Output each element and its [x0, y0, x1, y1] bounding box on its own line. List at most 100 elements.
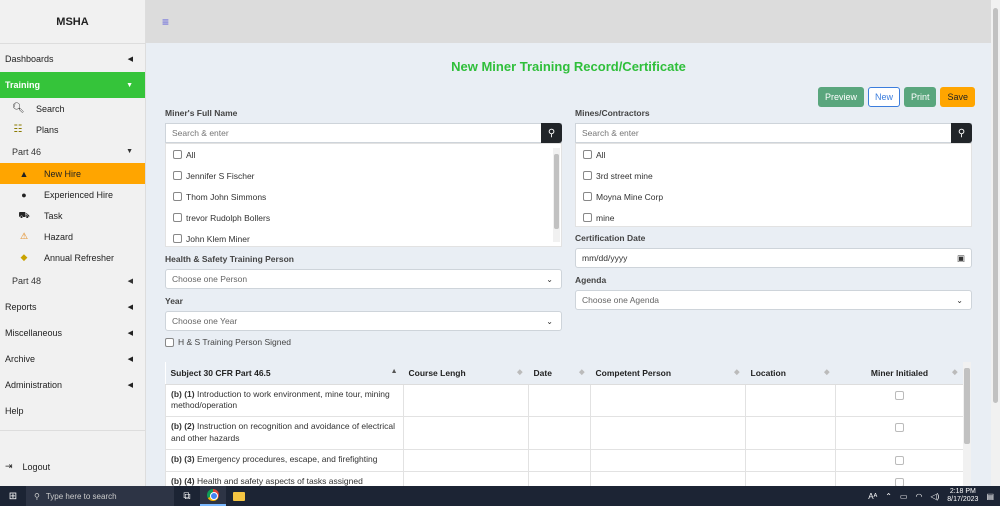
table-row: (b) (4) Health and safety aspects of tas…	[165, 471, 963, 486]
hs-label: Health & Safety Training Person	[165, 254, 294, 264]
column-header-location[interactable]: Location ◆	[745, 362, 836, 385]
miners-scrollbar[interactable]	[553, 148, 560, 242]
checkbox[interactable]	[583, 213, 592, 222]
checkbox[interactable]	[583, 192, 592, 201]
miners-search-input[interactable]	[166, 124, 541, 142]
column-header-miner-initialed[interactable]: Miner Initialed ◆	[835, 362, 963, 385]
sidebar-item-administration[interactable]: Administration ◀	[0, 372, 145, 398]
sidebar-item-annual-refresher[interactable]: ◆ Annual Refresher	[0, 247, 145, 268]
sidebar-item-plans[interactable]: ☷ Plans	[0, 119, 145, 140]
system-tray: Aᴬ ⌃ ▭ ◠ ◁) 2:18 PM 8/17/2023 ▤	[868, 488, 1000, 505]
clock[interactable]: 2:18 PM 8/17/2023	[947, 488, 978, 505]
miner-option[interactable]: All	[166, 144, 561, 165]
sidebar-item-task[interactable]: ⛟ Task	[0, 205, 145, 226]
mine-option[interactable]: Moyna Mine Corp	[576, 186, 971, 207]
table-scrollbar[interactable]	[963, 362, 971, 486]
checkbox[interactable]	[173, 234, 182, 243]
sidebar-item-hazard[interactable]: ⚠ Hazard	[0, 226, 145, 247]
year-select[interactable]: Choose one Year ⌄	[165, 311, 562, 331]
mines-search: ⚲	[575, 123, 972, 143]
column-header-date[interactable]: Date ◆	[528, 362, 591, 385]
miner-option[interactable]: Jennifer S Fischer	[166, 165, 561, 186]
subject-cell: (b) (4) Health and safety aspects of tas…	[165, 471, 404, 486]
mines-search-button[interactable]: ⚲	[951, 123, 972, 143]
sidebar-item-archive[interactable]: Archive ◀	[0, 346, 145, 372]
miner-option[interactable]: John Klem Miner	[166, 228, 561, 249]
mine-option[interactable]: 3rd street mine	[576, 165, 971, 186]
print-button[interactable]: Print	[903, 87, 937, 107]
notification-icon[interactable]: ▤	[986, 492, 994, 501]
checkbox[interactable]	[173, 171, 182, 180]
miner-initialed-checkbox[interactable]	[895, 456, 904, 466]
chevron-down-icon: ⌄	[546, 316, 553, 326]
mine-option[interactable]: All	[576, 144, 971, 165]
sort-icon: ◆	[517, 369, 523, 376]
user-icon: ●	[21, 189, 27, 200]
cert-date-input[interactable]: mm/dd/yyyy ▣	[575, 248, 972, 268]
sort-icon: ◆	[952, 369, 958, 376]
checkbox[interactable]	[583, 171, 592, 180]
calendar-icon[interactable]: ▣	[957, 253, 965, 264]
logout-button[interactable]: ⇥ Logout	[5, 461, 50, 472]
sidebar-item-new-hire[interactable]: ▲ New Hire	[0, 163, 145, 184]
mines-checklist: All 3rd street mine Moyna Mine Corp mine	[575, 143, 972, 227]
page-scrollbar[interactable]	[991, 0, 1000, 486]
miner-initialed-checkbox[interactable]	[895, 478, 904, 486]
battery-icon[interactable]: ▭	[900, 492, 908, 501]
mine-option[interactable]: mine	[576, 207, 971, 228]
table-row: (b) (2) Instruction on recognition and a…	[165, 416, 963, 451]
caret-left-icon: ◀	[127, 382, 133, 389]
windows-start-icon[interactable]: ⊞	[0, 491, 26, 502]
miner-initialed-checkbox[interactable]	[895, 423, 904, 433]
sidebar-item-part46[interactable]: Part 46 ▼	[0, 140, 145, 163]
wifi-icon[interactable]: ◠	[915, 492, 922, 501]
preview-button[interactable]: Preview	[817, 87, 864, 107]
new-button[interactable]: New	[867, 87, 900, 107]
sidebar-item-miscellaneous[interactable]: Miscellaneous ◀	[0, 320, 145, 346]
sidebar-item-training[interactable]: Training ▼	[0, 72, 145, 98]
column-header-competent-person[interactable]: Competent Person ◆	[590, 362, 746, 385]
sidebar-item-experienced-hire[interactable]: ● Experienced Hire	[0, 184, 145, 205]
logout-icon: ⇥	[5, 461, 13, 471]
sidebar-item-dashboards[interactable]: Dashboards ◀	[0, 46, 145, 72]
checkbox[interactable]	[583, 150, 592, 159]
miners-search: ⚲	[165, 123, 562, 143]
subject-cell: (b) (1) Introduction to work environment…	[165, 383, 404, 418]
chevron-down-icon: ⌄	[546, 274, 553, 284]
checkbox[interactable]	[165, 337, 174, 347]
sidebar-item-search[interactable]: 🔍︎ Search	[0, 98, 145, 119]
caret-down-icon: ▼	[126, 148, 133, 155]
checkbox[interactable]	[173, 213, 182, 222]
taskbar-search[interactable]: ⚲ Type here to search	[26, 486, 174, 506]
column-header-subject[interactable]: Subject 30 CFR Part 46.5 ▲	[165, 362, 404, 385]
miner-initialed-checkbox[interactable]	[895, 390, 904, 400]
checkbox[interactable]	[173, 150, 182, 159]
sidebar-item-part48[interactable]: Part 48 ◀	[0, 268, 145, 294]
task-view-icon[interactable]: ⧉	[174, 486, 200, 506]
column-header-course-length[interactable]: Course Lengh ◆	[403, 362, 529, 385]
miner-option[interactable]: trevor Rudolph Bollers	[166, 207, 561, 228]
sort-icon: ◆	[824, 369, 830, 376]
hs-signed-checkbox[interactable]: H & S Training Person Signed	[165, 337, 291, 347]
volume-icon[interactable]: ◁)	[930, 492, 939, 501]
mines-search-input[interactable]	[576, 124, 951, 142]
caret-left-icon: ◀	[127, 330, 133, 337]
miners-search-button[interactable]: ⚲	[541, 123, 562, 143]
file-explorer-icon[interactable]	[226, 486, 252, 506]
hamburger-menu-icon[interactable]: ≡	[162, 15, 169, 29]
miner-option[interactable]: Thom John Simmons	[166, 186, 561, 207]
save-button[interactable]: Save	[940, 87, 975, 107]
subject-cell: (b) (2) Instruction on recognition and a…	[165, 416, 404, 451]
sidebar-item-help[interactable]: Help	[0, 398, 145, 424]
agenda-select[interactable]: Choose one Agenda ⌄	[575, 290, 972, 310]
sidebar-item-reports[interactable]: Reports ◀	[0, 294, 145, 320]
miners-checklist: All Jennifer S Fischer Thom John Simmons…	[165, 143, 562, 247]
table-row: (b) (1) Introduction to work environment…	[165, 383, 963, 418]
hs-person-select[interactable]: Choose one Person ⌄	[165, 269, 562, 289]
font-icon[interactable]: Aᴬ	[868, 492, 877, 501]
caret-left-icon: ◀	[127, 356, 133, 363]
checkbox[interactable]	[173, 192, 182, 201]
chrome-icon[interactable]	[200, 486, 226, 506]
chevron-up-icon[interactable]: ⌃	[885, 492, 892, 501]
topbar: ≡	[146, 0, 991, 43]
